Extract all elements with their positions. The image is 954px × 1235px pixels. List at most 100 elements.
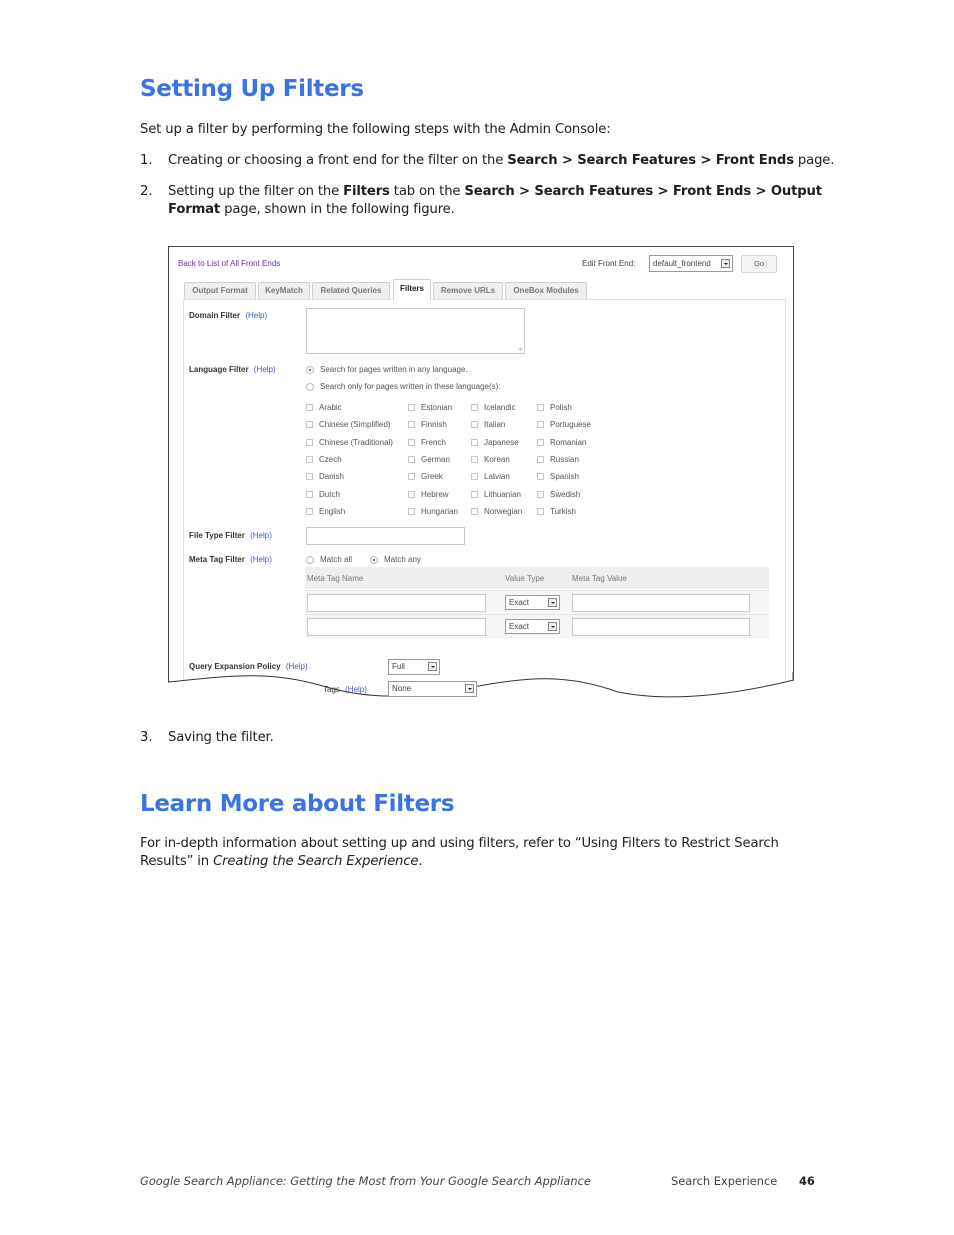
- language-filter-help-link[interactable]: (Help): [254, 365, 276, 374]
- language-checkbox-label: Norwegian: [484, 506, 523, 516]
- language-checkbox-label: Greek: [421, 472, 443, 482]
- learn-more-text: .: [418, 854, 423, 869]
- language-checkbox[interactable]: [306, 438, 313, 446]
- language-checkbox[interactable]: [537, 490, 544, 498]
- step-number: 1.: [140, 153, 153, 168]
- language-checkbox-label: Estonian: [421, 403, 453, 412]
- radio-specific-languages[interactable]: [306, 383, 314, 391]
- query-expansion-label: Query Expansion Policy (Help): [189, 662, 308, 671]
- tab-filters[interactable]: Filters: [393, 279, 431, 300]
- dropdown-arrow-icon: [548, 622, 557, 631]
- tab-remove-urls[interactable]: Remove URLs: [433, 282, 503, 299]
- dropdown-arrow-icon: [465, 684, 474, 693]
- domain-filter-textarea[interactable]: ≑: [306, 308, 525, 354]
- front-end-select[interactable]: default_frontend: [649, 255, 733, 272]
- meta-tag-filter-label-text: Meta Tag Filter: [189, 555, 245, 564]
- language-checkbox[interactable]: [408, 490, 415, 498]
- language-checkbox-label: German: [421, 454, 450, 464]
- step-number: 3.: [140, 730, 153, 745]
- value-type-select-value: Exact: [509, 598, 530, 607]
- file-type-filter-help-link[interactable]: (Help): [250, 531, 272, 540]
- language-checkbox[interactable]: [471, 473, 478, 481]
- query-expansion-help-link[interactable]: (Help): [286, 662, 308, 671]
- language-checkbox[interactable]: [537, 404, 544, 411]
- learn-more-text: For in-depth information about setting u…: [140, 836, 779, 851]
- step-text-part: Creating or choosing a front end for the…: [168, 153, 508, 168]
- radio-match-any[interactable]: [370, 556, 378, 564]
- language-filter-label: Language Filter (Help): [189, 365, 276, 374]
- domain-filter-help-link[interactable]: (Help): [245, 311, 267, 320]
- meta-tag-name-input[interactable]: [307, 618, 486, 636]
- tab-output-format[interactable]: Output Format: [184, 282, 256, 299]
- language-checkbox[interactable]: [306, 490, 313, 498]
- resize-handle-icon[interactable]: ≑: [518, 346, 523, 353]
- dropdown-arrow-icon: [428, 662, 437, 671]
- language-checkbox-label: Hungarian: [421, 506, 458, 516]
- radio-match-all[interactable]: [306, 556, 314, 564]
- language-checkbox[interactable]: [537, 473, 544, 481]
- query-expansion-select-value: Full: [392, 662, 405, 671]
- tab-keymatch[interactable]: KeyMatch: [258, 282, 310, 299]
- language-checkbox[interactable]: [471, 438, 478, 446]
- tab-related-queries[interactable]: Related Queries: [312, 282, 390, 299]
- language-checkbox[interactable]: [537, 421, 544, 429]
- footer-book-title: Google Search Appliance: Getting the Mos…: [140, 1174, 591, 1188]
- language-checkbox-label: Polish: [550, 403, 572, 412]
- go-button[interactable]: Go: [741, 255, 777, 273]
- language-checkbox[interactable]: [408, 507, 415, 515]
- meta-tag-name-input[interactable]: [307, 594, 486, 612]
- step-text-part: tab on the: [389, 184, 465, 199]
- language-filter-label-text: Language Filter: [189, 365, 249, 374]
- language-checkbox[interactable]: [537, 507, 544, 515]
- step-2-text: Setting up the filter on the Filters tab…: [168, 183, 828, 219]
- language-checkbox-label: Lithuanian: [484, 489, 521, 499]
- meta-tag-table-header: Meta Tag Name Value Type Meta Tag Value: [305, 567, 769, 589]
- value-type-select[interactable]: Exact: [505, 619, 560, 634]
- language-checkbox[interactable]: [537, 455, 544, 463]
- tags-label: Tags (Help): [323, 685, 367, 694]
- language-checkbox[interactable]: [306, 404, 313, 411]
- column-header-meta-tag-name: Meta Tag Name: [307, 574, 364, 583]
- language-checkbox[interactable]: [408, 473, 415, 481]
- tab-onebox-modules[interactable]: OneBox Modules: [505, 282, 587, 299]
- language-checkbox[interactable]: [471, 421, 478, 429]
- value-type-select[interactable]: Exact: [505, 595, 560, 610]
- meta-tag-value-input[interactable]: [572, 618, 750, 636]
- language-checkbox-label: English: [319, 506, 346, 516]
- learn-more-text: Results” in: [140, 854, 214, 869]
- file-type-filter-label-text: File Type Filter: [189, 531, 245, 540]
- dropdown-arrow-icon: [548, 598, 557, 607]
- step-text-part: page.: [793, 153, 835, 168]
- language-checkbox[interactable]: [537, 438, 544, 446]
- language-checkbox[interactable]: [306, 473, 313, 481]
- language-checkbox[interactable]: [306, 421, 313, 429]
- language-checkbox[interactable]: [408, 438, 415, 446]
- tags-select[interactable]: None: [388, 681, 477, 697]
- language-checkbox[interactable]: [306, 507, 313, 515]
- language-checkbox[interactable]: [471, 490, 478, 498]
- torn-edge-divider: [168, 672, 794, 702]
- language-checkbox-label: Portuguese: [550, 420, 591, 430]
- language-checkbox[interactable]: [471, 455, 478, 463]
- domain-filter-label: Domain Filter (Help): [189, 311, 267, 320]
- meta-tag-filter-help-link[interactable]: (Help): [250, 555, 272, 564]
- language-checkbox[interactable]: [471, 404, 478, 411]
- back-to-front-ends-link[interactable]: Back to List of All Front Ends: [178, 259, 280, 268]
- language-checkbox[interactable]: [408, 404, 415, 411]
- step-number: 2.: [140, 184, 153, 199]
- intro-paragraph: Set up a filter by performing the follow…: [140, 122, 611, 137]
- file-type-filter-input[interactable]: [306, 527, 465, 545]
- language-checkbox-label: Italian: [484, 420, 506, 430]
- language-checkbox[interactable]: [306, 455, 313, 463]
- radio-any-language[interactable]: [306, 366, 314, 374]
- language-checkbox-label: Chinese (Traditional): [319, 437, 393, 447]
- tags-label-text: Tags: [323, 685, 340, 694]
- language-checkbox[interactable]: [408, 455, 415, 463]
- language-checkbox[interactable]: [471, 507, 478, 515]
- language-checkbox-label: Japanese: [484, 437, 519, 447]
- language-checkbox[interactable]: [408, 421, 415, 429]
- front-end-select-value: default_frontend: [653, 259, 711, 268]
- tags-help-link[interactable]: (Help): [345, 685, 367, 694]
- meta-tag-value-input[interactable]: [572, 594, 750, 612]
- step-3-text: Saving the filter.: [168, 730, 274, 745]
